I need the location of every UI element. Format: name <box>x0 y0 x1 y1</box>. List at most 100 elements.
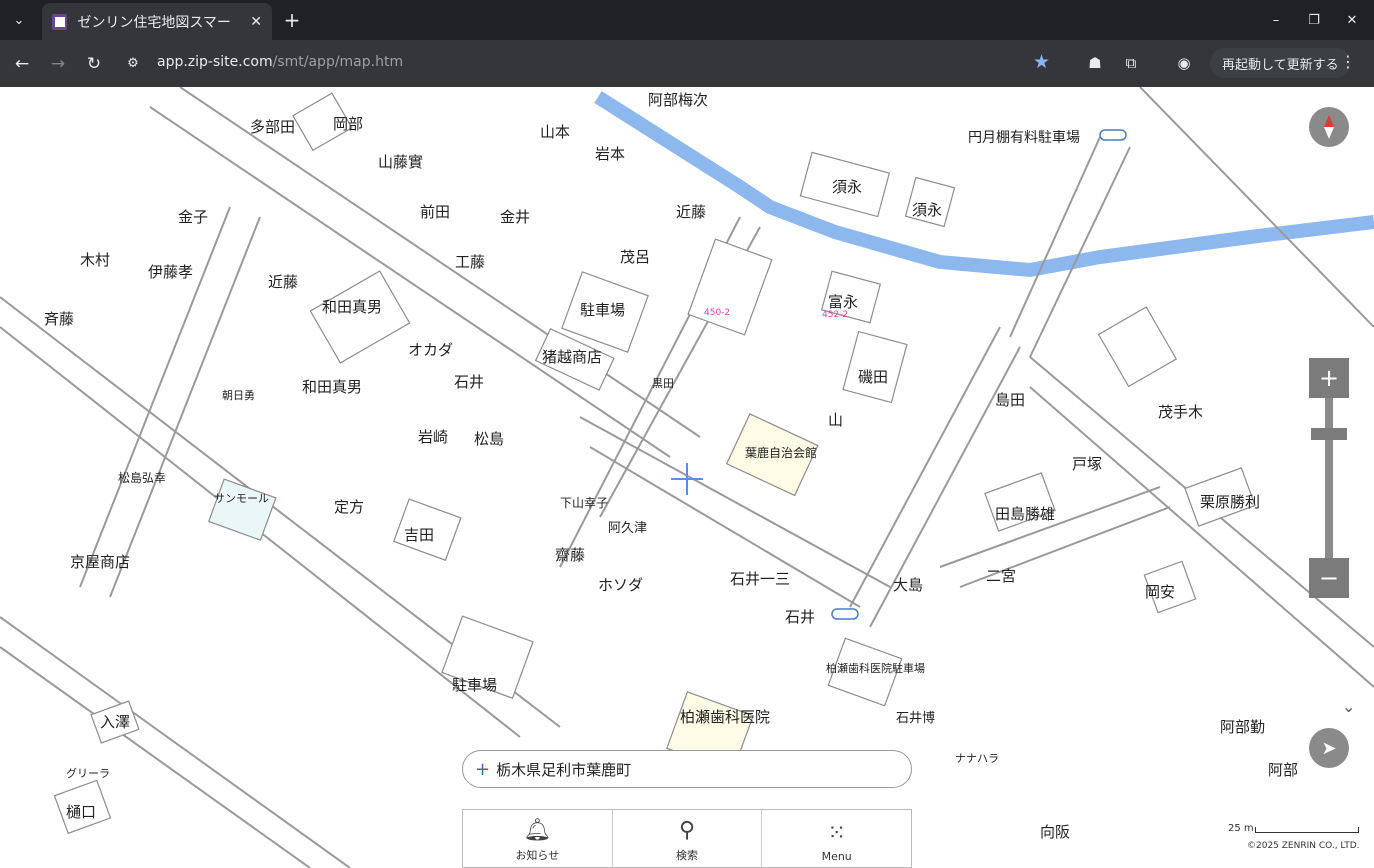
label-matsushima: 松島 <box>474 430 504 448</box>
label-ishii-kazumi: 石井一三 <box>730 570 790 588</box>
map-canvas[interactable]: 多部田 岡部 山本 岩本 阿部梅次 須永 須永 富永 磯田 山 島田 戸塚 近藤… <box>0 87 1374 868</box>
label-kashibashi-dental: 柏瀬歯科医院 <box>680 708 770 726</box>
label-matsushima-hiroyuki: 松島弘幸 <box>118 470 166 485</box>
label-abe-1: 阿部勤 <box>1220 718 1265 736</box>
busstop-marker-2 <box>831 608 859 620</box>
navigation-arrow-icon[interactable]: ➤ <box>1309 728 1349 768</box>
copyright-text: ©2025 ZENRIN CO., LTD. <box>1247 841 1360 851</box>
label-yamafuji: 山藤實 <box>378 153 423 171</box>
extension-detective-icon[interactable]: ☗ <box>1084 52 1106 74</box>
restore-icon[interactable]: ❐ <box>1302 8 1326 32</box>
label-shigeru: 茂呂 <box>620 248 650 266</box>
label-yama: 山 <box>828 411 843 429</box>
label-sadakata: 定方 <box>334 498 364 516</box>
browser-menu-kebab-icon[interactable]: ⋮ <box>1340 52 1356 71</box>
label-isoda: 磯田 <box>858 368 888 386</box>
browser-tab[interactable]: ゼンリン住宅地図スマー ✕ <box>42 3 272 40</box>
menu-label-notifications: お知らせ <box>515 849 560 862</box>
zoom-out-button[interactable]: − <box>1309 558 1349 598</box>
menu-item-search[interactable]: ⚲ 検索 <box>613 810 763 867</box>
tab-title: ゼンリン住宅地図スマー <box>77 14 231 31</box>
zoom-slider-handle[interactable] <box>1311 428 1347 440</box>
label-yamamoto: 山本 <box>540 123 570 141</box>
label-nanahara: ナナハラ <box>955 752 999 765</box>
forward-arrow-icon[interactable]: → <box>45 51 71 77</box>
bookmark-star-icon[interactable]: ★ <box>1033 51 1050 73</box>
label-higuchi: 樋口 <box>66 803 96 821</box>
label-yoshida: 吉田 <box>404 526 434 544</box>
bldg-wada <box>309 270 411 364</box>
label-okayasu: 岡安 <box>1145 583 1175 601</box>
label-kuribara: 栗原勝利 <box>1200 493 1260 511</box>
zoom-in-button[interactable]: + <box>1309 358 1349 398</box>
busstop-marker-1 <box>1099 129 1127 141</box>
label-abe-2: 阿部 <box>1268 761 1298 779</box>
bldg-ne-1 <box>1097 306 1178 388</box>
reload-icon[interactable]: ↻ <box>81 51 107 77</box>
menu-label-menu: Menu <box>821 850 852 863</box>
address-display[interactable]: + 栃木県足利市葉鹿町 <box>462 750 912 788</box>
back-arrow-icon[interactable]: ← <box>9 51 35 77</box>
label-sue-1: 須永 <box>832 178 862 196</box>
label-grila: グリーラ <box>66 766 110 780</box>
label-tozuka: 戸塚 <box>1072 455 1102 473</box>
grid-dots-icon: ⁙ <box>827 821 846 846</box>
new-tab-plus-icon[interactable]: + <box>280 8 304 32</box>
label-tatabe: 多部田 <box>250 118 295 136</box>
label-parking-2: 駐車場 <box>452 676 497 694</box>
address-text: 栃木県足利市葉鹿町 <box>496 760 632 779</box>
label-maeda: 前田 <box>420 203 450 221</box>
menu-item-notifications[interactable]: 🔔︎ お知らせ <box>463 810 613 867</box>
label-okada: オカダ <box>408 341 453 359</box>
profile-icon[interactable]: ◉ <box>1173 52 1195 74</box>
url-host: app.zip-site.com <box>157 54 273 70</box>
label-kimura: 木村 <box>80 251 110 269</box>
compass-icon[interactable] <box>1309 107 1349 147</box>
label-tajima: 田島勝雄 <box>995 505 1055 523</box>
bldg-6 <box>842 330 908 404</box>
chevron-down-icon[interactable]: ⌄ <box>1342 697 1355 716</box>
tab-close-icon[interactable]: ✕ <box>250 14 262 30</box>
crosshair-plus-icon: + <box>475 758 491 780</box>
label-kanei: 金井 <box>500 208 530 226</box>
label-parking-1: 駐車場 <box>580 301 625 319</box>
label-abe-masatsugu: 阿部梅次 <box>648 91 708 109</box>
label-hosoda: ホソダ <box>598 576 643 594</box>
bldg-4 <box>687 238 773 336</box>
menu-item-menu[interactable]: ⁙ Menu <box>762 810 911 867</box>
label-irisawa: 入澤 <box>100 713 130 731</box>
bldg-sunmall <box>207 478 277 541</box>
extensions-puzzle-icon[interactable]: ⧉ <box>1120 52 1142 74</box>
label-shigeteki: 茂手木 <box>1158 403 1203 421</box>
label-shimada: 島田 <box>995 391 1025 409</box>
label-community-hall: 葉鹿自治会館 <box>745 445 817 460</box>
site-favicon-icon <box>52 13 68 30</box>
zoom-slider-track[interactable] <box>1325 398 1333 558</box>
road-c1 <box>579 416 891 588</box>
tab-search-chevron-icon[interactable]: ⌄ <box>6 8 32 32</box>
label-kyoya-shoten: 京屋商店 <box>70 553 130 571</box>
label-kondo-2: 近藤 <box>268 273 298 291</box>
label-wada-2: 和田真男 <box>302 378 362 396</box>
menu-label-search: 検索 <box>676 849 698 862</box>
scale-bar <box>1255 827 1359 833</box>
relaunch-update-button[interactable]: 再起動して更新する <box>1210 48 1351 78</box>
lot-452-2: 452-2 <box>822 310 848 320</box>
browser-tab-bar: ⌄ ゼンリン住宅地図スマー ✕ + – ❐ ✕ <box>0 0 1374 40</box>
road-d2 <box>0 646 311 868</box>
label-iwamoto: 岩本 <box>595 145 625 163</box>
window-close-icon[interactable]: ✕ <box>1340 8 1364 32</box>
label-kuroda: 黒田 <box>652 377 674 390</box>
label-ninomiya: 二宮 <box>986 567 1016 585</box>
label-kashibashi-parking: 柏瀬歯科医院駐車場 <box>826 661 925 675</box>
label-kosaka: 向阪 <box>1040 823 1070 841</box>
label-tomie: 富永 <box>828 293 858 311</box>
lot-450-2: 450-2 <box>704 308 730 318</box>
minimize-icon[interactable]: – <box>1264 8 1288 32</box>
label-wada-1: 和田真男 <box>322 298 382 316</box>
label-oshima: 大島 <box>893 576 923 594</box>
address-url[interactable]: app.zip-site.com/smt/app/map.htm <box>157 54 403 70</box>
label-kudo: 工藤 <box>455 253 485 271</box>
label-ito-takashi: 伊藤孝 <box>148 263 193 281</box>
site-info-icon[interactable]: ⚙ <box>122 52 144 74</box>
